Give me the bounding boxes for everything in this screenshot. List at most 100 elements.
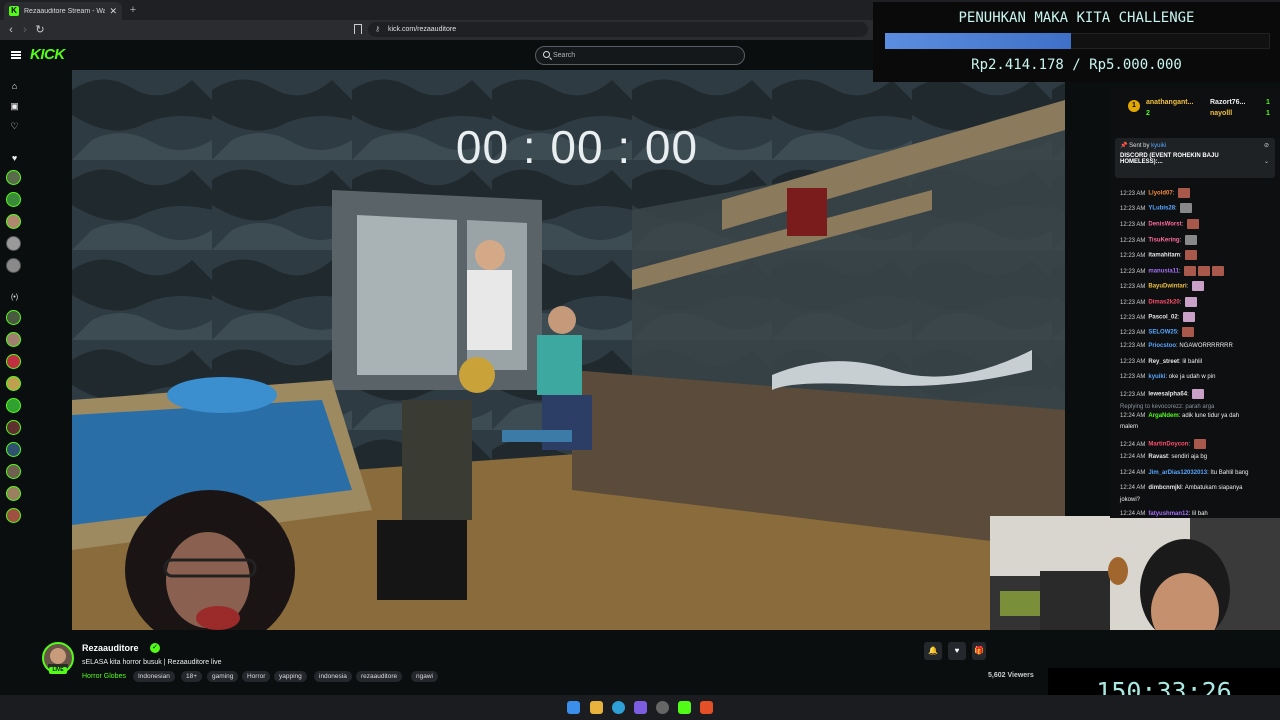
chat-username[interactable]: TisuKering: [1148, 238, 1179, 244]
tag-chip[interactable]: Horror: [242, 671, 271, 682]
chat-username[interactable]: Ravast: [1148, 454, 1168, 460]
recommended-channel-avatar[interactable]: [6, 420, 21, 435]
chat-timestamp: 12:23 AM: [1120, 283, 1146, 290]
recommended-channel-avatar[interactable]: [6, 508, 21, 523]
tag-chip[interactable]: Indonesian: [133, 671, 175, 682]
chat-username[interactable]: Llyold07: [1148, 191, 1172, 197]
chat-username[interactable]: dimbcnmjkl: [1148, 485, 1181, 491]
start-menu-icon[interactable]: [567, 701, 580, 714]
followed-channels-icon[interactable]: ♥: [9, 153, 20, 164]
followed-channel-avatar[interactable]: [6, 170, 21, 185]
followed-channel-avatar[interactable]: [6, 214, 21, 229]
chat-separator: :: [1177, 314, 1182, 321]
tag-chip[interactable]: gaming: [207, 671, 239, 682]
chat-message: 12:24 AM Ravast: sendiri aja bg: [1120, 454, 1207, 460]
back-icon[interactable]: ‹: [4, 22, 18, 38]
chevron-down-icon[interactable]: ⌄: [1264, 158, 1269, 165]
category-link[interactable]: Horror Globes: [82, 673, 126, 680]
file-explorer-icon[interactable]: [590, 701, 603, 714]
recommended-channel-avatar[interactable]: [6, 376, 21, 391]
chat-timestamp: 12:23 AM: [1120, 268, 1146, 275]
tag-chip[interactable]: yapping: [274, 671, 307, 682]
unpin-icon[interactable]: ⊘: [1264, 142, 1269, 149]
brave-browser-icon[interactable]: [700, 701, 713, 714]
chat-username[interactable]: itamahitam: [1148, 253, 1180, 259]
tag-chip[interactable]: ngawi: [411, 671, 438, 682]
discord-icon[interactable]: [634, 701, 647, 714]
streamer-name[interactable]: Rezaauditore: [82, 643, 139, 653]
following-icon[interactable]: ♡: [9, 121, 20, 132]
reload-icon[interactable]: ↻: [33, 22, 47, 38]
chat-separator: :: [1186, 283, 1191, 290]
chat-message: jokowi?: [1120, 497, 1140, 503]
chat-message: 12:24 AM fatyushman12: lil bah: [1120, 511, 1208, 517]
chat-username[interactable]: Jim_arDias12032013: [1148, 470, 1207, 476]
notification-bell-icon[interactable]: 🔔: [924, 642, 942, 660]
chat-username[interactable]: Dimas2k20: [1148, 300, 1179, 306]
chat-username[interactable]: fatyushman12: [1148, 511, 1188, 517]
obs-icon[interactable]: [656, 701, 669, 714]
tag-chip[interactable]: rezaauditore: [356, 671, 403, 682]
chat-username[interactable]: DenisWorst: [1148, 222, 1181, 228]
top-gifter-name[interactable]: nayolll: [1210, 110, 1232, 117]
top-gifter-count: 2: [1146, 110, 1150, 117]
pinned-user[interactable]: kyuiki: [1151, 143, 1166, 149]
recommended-channel-avatar[interactable]: [6, 486, 21, 501]
chat-username[interactable]: SELOW25: [1148, 330, 1177, 336]
recommended-channel-avatar[interactable]: [6, 464, 21, 479]
browse-icon[interactable]: ▣: [9, 101, 20, 112]
chat-username[interactable]: lewesalpha64: [1148, 392, 1187, 398]
close-tab-icon[interactable]: ✕: [109, 6, 117, 17]
media-player-icon[interactable]: [678, 701, 691, 714]
followed-channel-avatar[interactable]: [6, 258, 21, 273]
chat-username[interactable]: manusia11: [1148, 269, 1179, 275]
follow-heart-icon[interactable]: ♥: [948, 642, 966, 660]
followed-channel-avatar[interactable]: [6, 236, 21, 251]
kick-logo[interactable]: KICK: [30, 46, 65, 63]
challenge-progress-fill: [885, 33, 1071, 49]
browser-tab[interactable]: K Rezaauditore Stream - Watch ✕: [4, 2, 122, 20]
chat-username[interactable]: MartinDoycon: [1148, 442, 1188, 448]
chat-text: lil bah: [1192, 511, 1208, 517]
site-info-icon[interactable]: ⚷: [375, 22, 380, 37]
emote-icon: [1212, 266, 1225, 276]
top-gifters: 1 anathangant... 2 Razort76... 1 nayolll…: [1120, 96, 1280, 124]
recommended-channel-avatar[interactable]: [6, 354, 21, 369]
chat-username[interactable]: ArgaNdem: [1148, 413, 1178, 419]
chat-username[interactable]: Rey_street: [1148, 359, 1179, 365]
top-gifter-name[interactable]: anathangant...: [1146, 99, 1193, 106]
chat-username[interactable]: Priocstoo: [1148, 343, 1176, 349]
new-tab-button[interactable]: +: [126, 2, 140, 18]
recommended-channel-avatar[interactable]: [6, 332, 21, 347]
bookmark-icon[interactable]: [354, 24, 362, 34]
menu-icon[interactable]: [11, 51, 21, 59]
recommended-channel-avatar[interactable]: [6, 398, 21, 413]
chat-message: 12:23 AM Rey_street: lil bahlil: [1120, 359, 1202, 365]
chat-message: 12:24 AM MartinDoycon:: [1120, 439, 1206, 449]
chat-timestamp: 12:24 AM: [1120, 441, 1146, 448]
chat-message: malem: [1120, 424, 1138, 430]
home-icon[interactable]: ⌂: [9, 81, 20, 92]
chat-timestamp: 12:24 AM: [1120, 413, 1146, 419]
url-field[interactable]: ⚷ kick.com/rezaauditore: [368, 22, 868, 37]
chat-username[interactable]: YLubis28: [1148, 206, 1175, 212]
chat-message: 12:23 AM Llyold07:: [1120, 188, 1191, 198]
emote-icon: [1182, 327, 1195, 337]
tag-chip[interactable]: 18+: [181, 671, 203, 682]
edge-browser-icon[interactable]: [612, 701, 625, 714]
pinned-message[interactable]: 📌 Sent by kyuiki DISCORD (EVENT ROHEKIN …: [1115, 138, 1275, 178]
recommended-channel-avatar[interactable]: [6, 310, 21, 325]
search-input[interactable]: Search: [535, 46, 745, 65]
chat-message: 12:23 AM BayuDwintari:: [1120, 281, 1205, 291]
chat-username[interactable]: Pascol_02: [1148, 315, 1177, 321]
emote-icon: [1193, 439, 1206, 449]
recommended-icon[interactable]: (•): [9, 292, 20, 303]
followed-channel-avatar[interactable]: [6, 192, 21, 207]
chat-username[interactable]: BayuDwintari: [1148, 284, 1186, 290]
top-gifter-name[interactable]: Razort76...: [1210, 99, 1245, 106]
gift-sub-icon[interactable]: 🎁: [972, 642, 986, 660]
forward-icon[interactable]: ›: [18, 22, 32, 38]
tag-chip[interactable]: indonesia: [314, 671, 352, 682]
recommended-channel-avatar[interactable]: [6, 442, 21, 457]
chat-username[interactable]: kyuiki: [1148, 374, 1165, 380]
